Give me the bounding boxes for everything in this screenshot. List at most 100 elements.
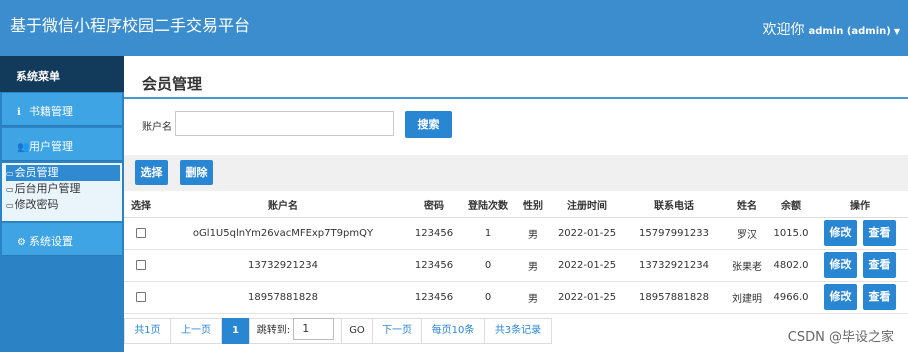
column-header: 账户名: [158, 193, 408, 218]
view-button[interactable]: 查看: [863, 252, 896, 278]
cell-actions: 修改 查看: [812, 281, 908, 314]
cell-register-date: 2022-01-25: [550, 281, 624, 314]
column-header: 姓名: [724, 193, 770, 218]
top-bar: 基于微信小程序校园二手交易平台 欢迎你 admin (admin) ▼: [0, 0, 908, 56]
row-checkbox[interactable]: [136, 291, 146, 302]
cell-name: 刘建明: [724, 281, 770, 314]
watermark: CSDN @毕设之家: [787, 330, 894, 345]
edit-button[interactable]: 修改: [824, 220, 857, 246]
column-header: 注册时间: [550, 193, 624, 218]
view-button[interactable]: 查看: [863, 284, 896, 310]
column-header: 性别: [516, 193, 550, 218]
view-button[interactable]: 查看: [863, 220, 896, 246]
sidebar-item-books[interactable]: ℹ 书籍管理: [2, 93, 122, 126]
row-checkbox-cell: [124, 217, 158, 250]
cell-phone: 15797991233: [624, 217, 724, 250]
cell-balance: 4802.0: [770, 249, 812, 282]
cell-password: 123456: [408, 249, 460, 282]
user-add-icon: 👥: [17, 142, 30, 153]
sidebar: 系统菜单 ℹ 书籍管理 👥用户管理 ▭会员管理 ▭后台用户管理 ▭修改密码 ⚙ 系统…: [0, 56, 124, 352]
cell-login-count: 0: [460, 249, 516, 282]
total-records: 共3条记录: [484, 318, 552, 344]
jump-label: 跳转到:: [256, 325, 291, 336]
cell-password: 123456: [408, 217, 460, 250]
sidebar-header: 系统菜单: [0, 56, 124, 92]
sidebar-item-label: 系统设置: [29, 235, 73, 248]
row-checkbox[interactable]: [136, 227, 146, 238]
submenu-label: 修改密码: [14, 198, 59, 211]
cell-password: 123456: [408, 281, 460, 314]
cell-register-date: 2022-01-25: [550, 217, 624, 250]
cell-phone: 13732921234: [624, 249, 724, 282]
table-row: 13732921234 123456 0 男 2022-01-25 137329…: [124, 249, 908, 282]
go-button[interactable]: GO: [341, 318, 373, 344]
edit-button[interactable]: 修改: [824, 252, 857, 278]
column-header: 操作: [812, 193, 908, 218]
member-table: 选择 账户名 密码 登陆次数 性别 注册时间 联系电话 姓名 余额 操作 oGl…: [124, 193, 908, 314]
cell-name: 张果老: [724, 249, 770, 282]
cell-account: 13732921234: [158, 249, 408, 282]
cell-balance: 1015.0: [770, 217, 812, 250]
column-header: 联系电话: [624, 193, 724, 218]
jump-to-page: 跳转到: 1: [249, 318, 342, 344]
row-checkbox-cell: [124, 281, 158, 314]
sidebar-item-settings[interactable]: ⚙ 系统设置: [2, 223, 122, 256]
users-submenu: ▭会员管理 ▭后台用户管理 ▭修改密码: [2, 163, 122, 221]
main-content: 会员管理 账户名 搜索 选择 删除 选择 账户名 密码 登陆次数 性别 注册时间…: [124, 56, 908, 352]
jump-page-input[interactable]: 1: [293, 318, 335, 340]
sidebar-item-label: 书籍管理: [29, 105, 73, 118]
total-pages: 共1页: [124, 318, 171, 344]
row-checkbox-cell: [124, 249, 158, 282]
search-label: 账户名: [142, 122, 172, 133]
app-title: 基于微信小程序校园二手交易平台: [10, 16, 251, 35]
username: admin (admin): [808, 26, 891, 37]
welcome-text: 欢迎你: [762, 22, 805, 38]
user-menu[interactable]: 欢迎你 admin (admin) ▼: [762, 19, 900, 39]
page-title: 会员管理: [142, 75, 203, 93]
cell-login-count: 0: [460, 281, 516, 314]
cell-name: 罗汉: [724, 217, 770, 250]
caret-down-icon: ▼: [893, 27, 900, 36]
column-header: 余额: [770, 193, 812, 218]
cell-actions: 修改 查看: [812, 249, 908, 282]
submenu-member-management[interactable]: ▭会员管理: [6, 165, 120, 181]
gear-icon: ⚙: [17, 237, 26, 248]
prev-page-button[interactable]: 上一页: [170, 318, 222, 344]
account-search-input[interactable]: [175, 111, 394, 136]
cell-gender: 男: [516, 249, 550, 282]
cell-balance: 4966.0: [770, 281, 812, 314]
table-row: 18957881828 123456 0 男 2022-01-25 189578…: [124, 281, 908, 314]
cell-account: oGl1U5qlnYm26vacMFExp7T9pmQY: [158, 217, 408, 250]
cell-register-date: 2022-01-25: [550, 249, 624, 282]
cell-account: 18957881828: [158, 281, 408, 314]
cell-gender: 男: [516, 281, 550, 314]
search-button[interactable]: 搜索: [405, 111, 452, 138]
delete-button[interactable]: 删除: [180, 160, 213, 185]
select-button[interactable]: 选择: [135, 160, 168, 185]
per-page-select[interactable]: 每页10条: [421, 318, 485, 344]
submenu-label: 后台用户管理: [14, 182, 81, 195]
sidebar-item-label: 用户管理: [29, 140, 73, 153]
cell-login-count: 1: [460, 217, 516, 250]
column-header: 密码: [408, 193, 460, 218]
info-icon: ℹ: [17, 107, 21, 118]
folder-icon: ▭: [6, 185, 14, 194]
submenu-label: 会员管理: [14, 166, 59, 179]
cell-gender: 男: [516, 217, 550, 250]
edit-button[interactable]: 修改: [824, 284, 857, 310]
row-checkbox[interactable]: [136, 259, 146, 270]
sidebar-item-users[interactable]: 👥用户管理: [2, 128, 122, 161]
cell-phone: 18957881828: [624, 281, 724, 314]
submenu-change-password[interactable]: ▭修改密码: [6, 197, 122, 213]
table-row: oGl1U5qlnYm26vacMFExp7T9pmQY 123456 1 男 …: [124, 217, 908, 250]
page-1-button[interactable]: 1: [222, 318, 249, 344]
search-bar: 账户名 搜索: [124, 99, 908, 155]
folder-icon: ▭: [6, 201, 14, 210]
next-page-button[interactable]: 下一页: [372, 318, 422, 344]
table-header-row: 选择 账户名 密码 登陆次数 性别 注册时间 联系电话 姓名 余额 操作: [124, 193, 908, 218]
toolbar: 选择 删除: [124, 155, 908, 191]
submenu-admin-users[interactable]: ▭后台用户管理: [6, 181, 122, 197]
folder-icon: ▭: [6, 169, 14, 178]
cell-actions: 修改 查看: [812, 217, 908, 250]
column-header: 登陆次数: [460, 193, 516, 218]
